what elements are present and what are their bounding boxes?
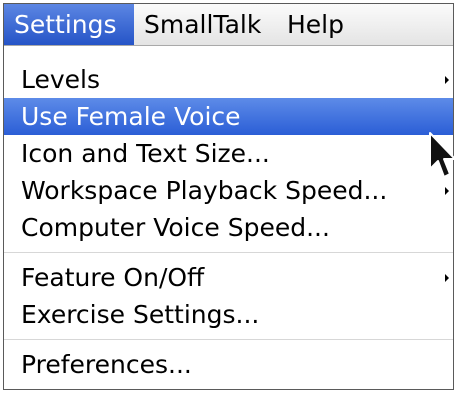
menu-item-levels[interactable]: Levels [4, 61, 453, 98]
menu-separator [4, 246, 453, 259]
menu-item-computer-voice-speed[interactable]: Computer Voice Speed... [4, 209, 453, 246]
submenu-arrow-icon [445, 274, 449, 282]
mouse-pointer-icon [429, 132, 456, 178]
menu-bar-settings[interactable]: Settings [4, 4, 134, 45]
menu-item-label: Exercise Settings... [21, 300, 260, 329]
menu-item-label: Use Female Voice [21, 102, 241, 131]
menu-bar-help[interactable]: Help [287, 4, 344, 45]
menu-bar-smalltalk[interactable]: SmallTalk [144, 4, 261, 45]
menu-bar: Settings SmallTalk Help [4, 4, 453, 46]
menu-item-preferences[interactable]: Preferences... [4, 346, 453, 383]
submenu-arrow-icon [445, 76, 449, 84]
menu-item-workspace-playback-speed[interactable]: Workspace Playback Speed... [4, 172, 453, 209]
menu-item-label: Icon and Text Size... [21, 139, 270, 168]
menu-item-feature-on-off[interactable]: Feature On/Off [4, 259, 453, 296]
menu-separator [4, 333, 453, 346]
settings-dropdown-menu: Levels Use Female Voice Icon and Text Si… [4, 46, 453, 389]
menu-item-label: Computer Voice Speed... [21, 213, 330, 242]
menu-item-label: Feature On/Off [21, 263, 205, 292]
menu-item-use-female-voice[interactable]: Use Female Voice [4, 98, 453, 135]
submenu-arrow-icon [445, 187, 449, 195]
menu-item-label: Levels [21, 65, 101, 94]
menu-window: Settings SmallTalk Help Levels Use Femal… [3, 3, 454, 390]
menu-item-label: Preferences... [21, 350, 192, 379]
menu-item-exercise-settings[interactable]: Exercise Settings... [4, 296, 453, 333]
menu-item-label: Workspace Playback Speed... [21, 176, 388, 205]
menu-item-icon-and-text-size[interactable]: Icon and Text Size... [4, 135, 453, 172]
